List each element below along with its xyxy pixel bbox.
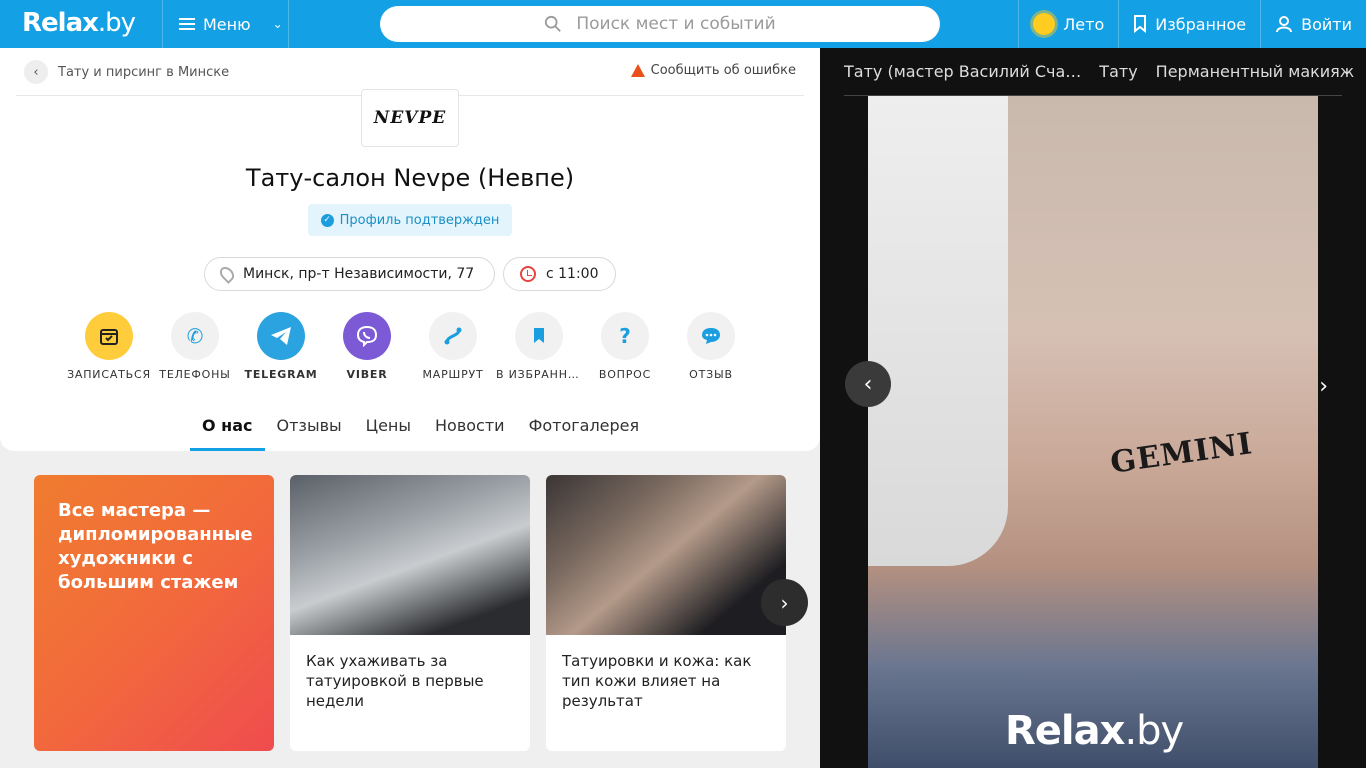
breadcrumb-label[interactable]: Тату и пирсинг в Минске — [58, 65, 229, 80]
photo-gallery: Тату (мастер Василий Сча… Тату Перманент… — [820, 48, 1366, 768]
action-route[interactable]: МАРШРУТ — [410, 312, 496, 381]
tab-prices[interactable]: Цены — [354, 400, 423, 451]
question-icon: ? — [601, 312, 649, 360]
search-box[interactable]: Поиск мест и событий — [380, 6, 940, 42]
favorites-button[interactable]: Избранное — [1118, 0, 1260, 48]
article-image — [546, 475, 786, 635]
viber-icon — [343, 312, 391, 360]
place-logo: NEVPE — [361, 89, 459, 147]
tab-reviews[interactable]: Отзывы — [265, 400, 354, 451]
photo-shirt-area — [868, 96, 1008, 566]
article-title: Татуировки и кожа: как тип кожи влияет н… — [562, 652, 752, 710]
clock-icon — [520, 266, 536, 282]
promo-card[interactable]: Все мастера — дипломированные художники … — [34, 475, 274, 751]
route-icon — [429, 312, 477, 360]
tab-gallery[interactable]: Фотогалерея — [517, 400, 652, 451]
page-title: Тату-салон Nevpe (Невпе) — [245, 164, 575, 192]
action-label: МАРШРУТ — [422, 368, 484, 381]
top-header: Relax.by Меню ⌄ Поиск мест и событий Лет… — [0, 0, 1366, 48]
tab-about[interactable]: О нас — [190, 400, 265, 451]
season-button[interactable]: Лето — [1018, 0, 1118, 48]
tattoo-text: GEMINI — [1108, 426, 1255, 481]
verified-label: Профиль подтвержден — [339, 212, 500, 228]
watermark-main: Relax — [1005, 708, 1125, 754]
action-viber[interactable]: VIBER — [324, 312, 410, 381]
carousel-next-button[interactable]: › — [761, 579, 808, 626]
address-pill[interactable]: Минск, пр-т Независимости, 77 — [204, 257, 495, 291]
place-profile-card: ‹ Тату и пирсинг в Минске Сообщить об ош… — [0, 48, 820, 451]
location-pin-icon — [217, 264, 237, 284]
watermark-logo: Relax.by — [1005, 708, 1184, 754]
gallery-next-button[interactable]: › — [1319, 374, 1328, 399]
action-question[interactable]: ? ВОПРОС — [582, 312, 668, 381]
phone-icon: ✆ — [171, 312, 219, 360]
action-label: ОТЗЫВ — [689, 368, 733, 381]
action-label: В ИЗБРАННОЕ — [496, 368, 582, 381]
article-card[interactable]: Татуировки и кожа: как тип кожи влияет н… — [546, 475, 786, 751]
favorites-label: Избранное — [1155, 14, 1247, 34]
warning-icon — [630, 64, 645, 77]
bookmark-icon — [515, 312, 563, 360]
check-icon: ✓ — [320, 213, 334, 227]
action-label: TELEGRAM — [244, 368, 318, 381]
header-right: Лето Избранное Войти — [1018, 0, 1366, 48]
gallery-tab[interactable]: Тату — [1099, 62, 1137, 81]
menu-button[interactable]: Меню ⌄ — [162, 0, 289, 48]
site-logo[interactable]: Relax.by — [22, 8, 136, 38]
breadcrumb[interactable]: ‹ Тату и пирсинг в Минске — [24, 60, 229, 84]
report-error-link[interactable]: Сообщить об ошибке — [630, 63, 796, 78]
back-arrow-icon[interactable]: ‹ — [24, 60, 48, 84]
address-text: Минск, пр-т Независимости, 77 — [243, 266, 475, 282]
search-placeholder: Поиск мест и событий — [576, 14, 776, 34]
report-label: Сообщить об ошибке — [650, 63, 796, 78]
login-label: Войти — [1301, 14, 1352, 34]
action-label: ТЕЛЕФОНЫ — [159, 368, 231, 381]
hamburger-icon — [179, 18, 195, 30]
season-label: Лето — [1063, 14, 1105, 34]
watermark-suffix: .by — [1124, 708, 1184, 754]
tab-news[interactable]: Новости — [423, 400, 517, 451]
gallery-tab[interactable]: Тату (мастер Василий Сча… — [844, 62, 1081, 81]
gallery-photo: GEMINI — [868, 96, 1318, 768]
logo-suffix: .by — [97, 8, 136, 38]
hours-text: с 11:00 — [546, 266, 599, 282]
article-title: Как ухаживать за татуировкой в первые не… — [306, 652, 484, 710]
action-label: ЗАПИСАТЬСЯ — [67, 368, 151, 381]
action-favorite[interactable]: В ИЗБРАННОЕ — [496, 312, 582, 381]
gallery-prev-button[interactable]: ‹ — [845, 361, 891, 407]
action-telegram[interactable]: TELEGRAM — [238, 312, 324, 381]
login-button[interactable]: Войти — [1260, 0, 1366, 48]
user-icon — [1276, 16, 1293, 33]
logo-main: Relax — [22, 8, 99, 38]
gallery-tab[interactable]: Перманентный макияж — [1156, 62, 1355, 81]
action-review[interactable]: ОТЗЫВ — [668, 312, 754, 381]
telegram-icon — [257, 312, 305, 360]
comment-icon — [687, 312, 735, 360]
article-image — [290, 475, 530, 635]
menu-label: Меню — [203, 14, 251, 34]
action-phones[interactable]: ✆ ТЕЛЕФОНЫ — [152, 312, 238, 381]
action-book[interactable]: ЗАПИСАТЬСЯ — [66, 312, 152, 381]
gallery-tabs: Тату (мастер Василий Сча… Тату Перманент… — [844, 48, 1354, 96]
calendar-icon — [85, 312, 133, 360]
bookmark-icon — [1134, 15, 1147, 33]
profile-tabs: О нас Отзывы Цены Новости Фотогалерея — [190, 400, 651, 451]
verified-badge: ✓ Профиль подтвержден — [308, 204, 512, 236]
article-card[interactable]: Как ухаживать за татуировкой в первые не… — [290, 475, 530, 751]
sun-icon — [1033, 13, 1056, 35]
hours-pill[interactable]: с 11:00 — [503, 257, 616, 291]
action-label: VIBER — [346, 368, 388, 381]
chevron-down-icon: ⌄ — [272, 17, 283, 31]
search-icon — [545, 15, 562, 32]
action-buttons: ЗАПИСАТЬСЯ ✆ ТЕЛЕФОНЫ TELEGRAM VIBER МАР… — [66, 312, 754, 381]
action-label: ВОПРОС — [598, 368, 652, 381]
